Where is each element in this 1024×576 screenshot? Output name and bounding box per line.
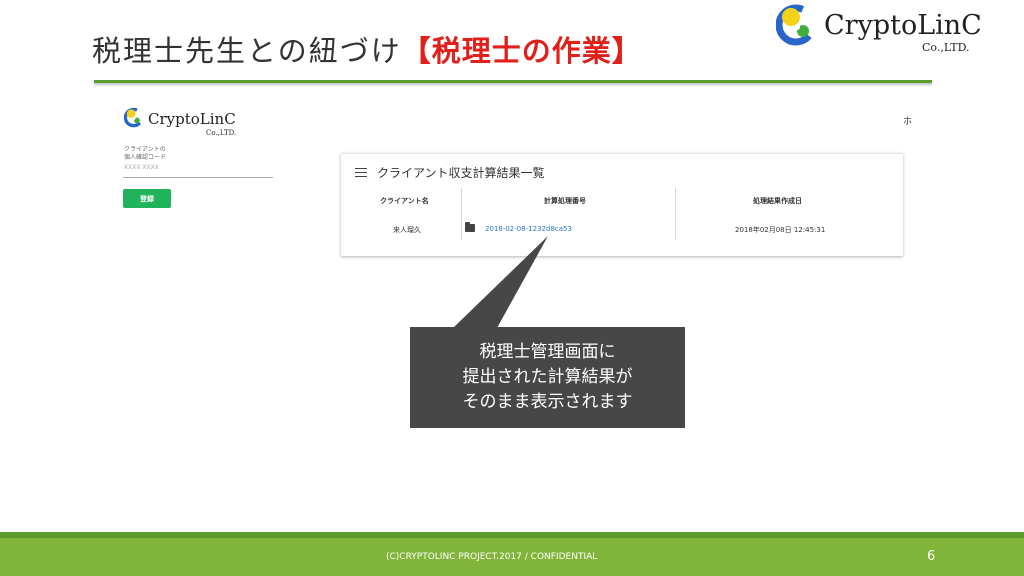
footer-bar: (C)CRYPTOLINC PROJECT.2017 / CONFIDENTIA…	[0, 532, 1024, 576]
callout-line-1: 税理士管理画面に	[479, 342, 616, 362]
callout-line-3: そのまま表示されます	[462, 392, 633, 412]
footer-copyright: (C)CRYPTOLINC PROJECT.2017 / CONFIDENTIA…	[386, 552, 598, 562]
callout-box: 税理士管理画面に 提出された計算結果が そのまま表示されます	[410, 327, 685, 428]
footer-stripe	[0, 532, 1024, 538]
callout-pointer	[453, 236, 548, 328]
page-number: 6	[927, 549, 936, 564]
callout-line-2: 提出された計算結果が	[462, 367, 633, 387]
